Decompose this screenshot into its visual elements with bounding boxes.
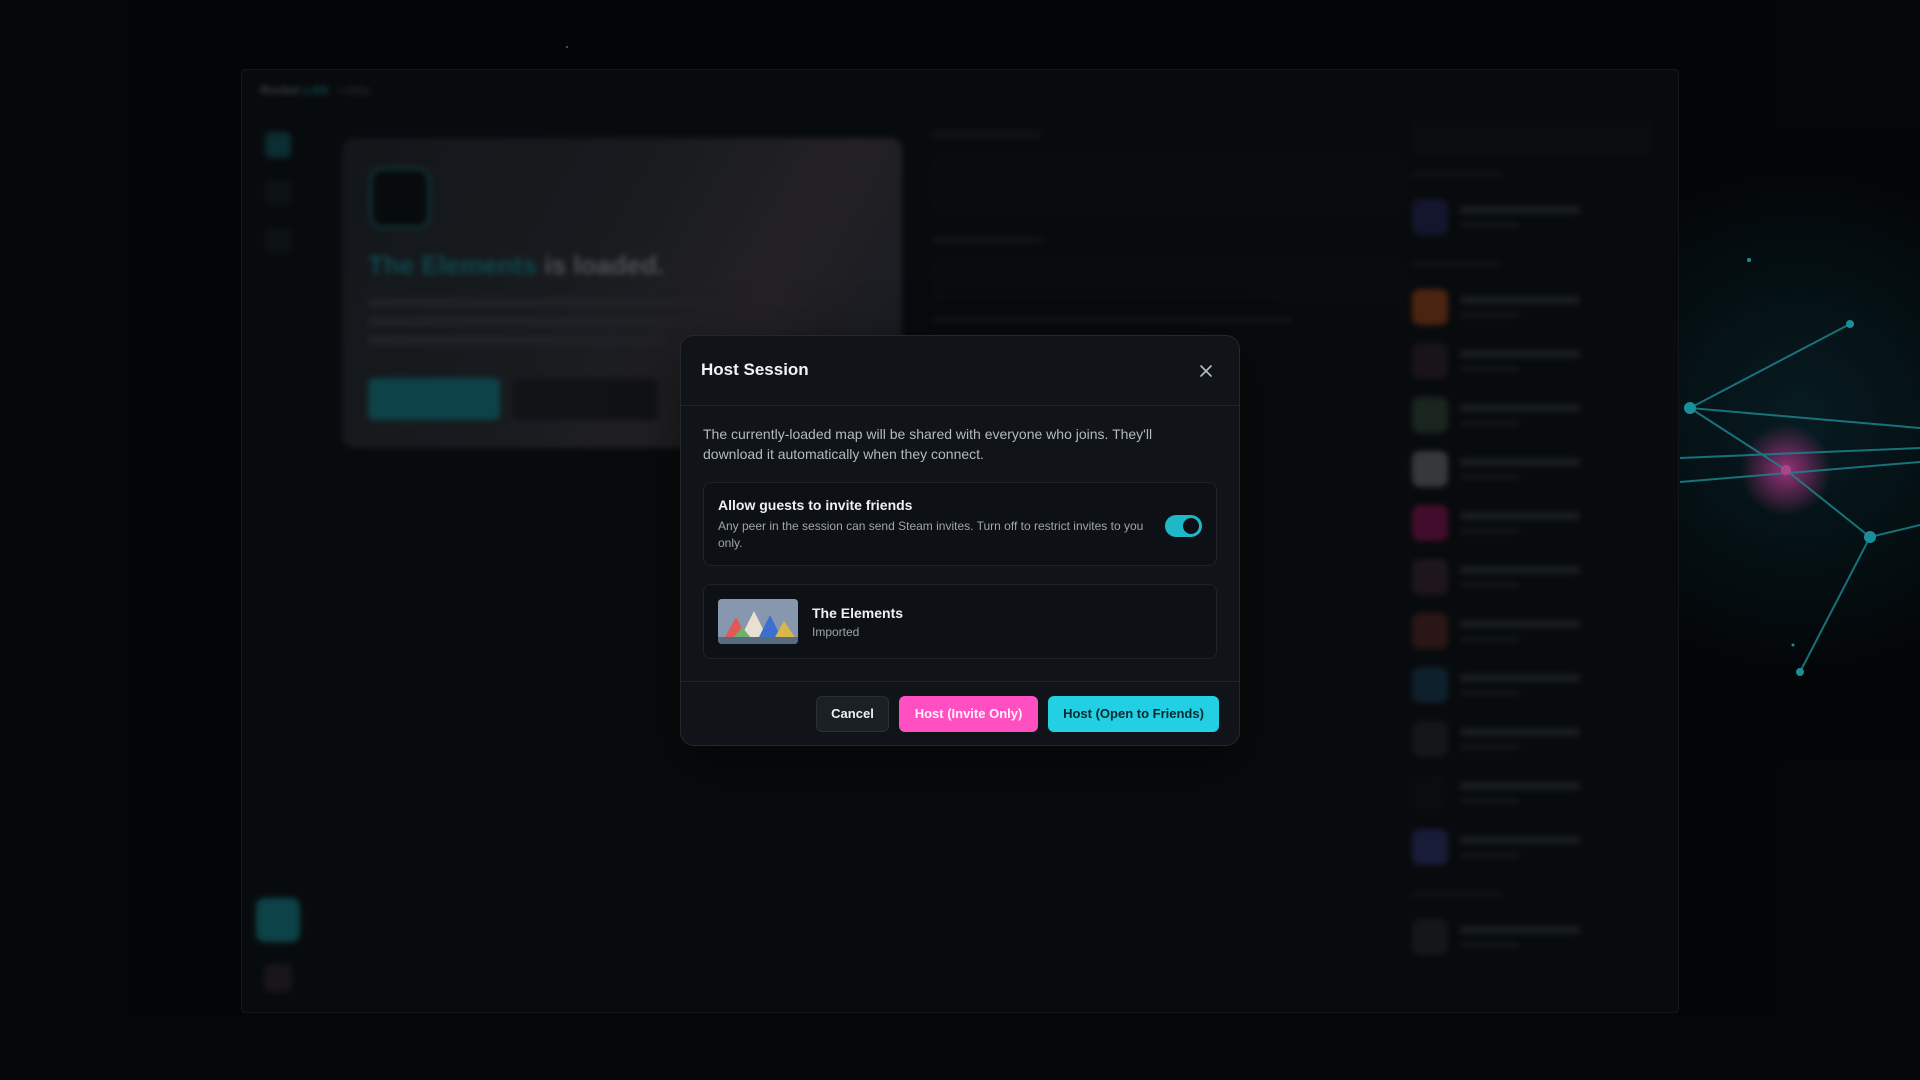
allow-invites-toggle[interactable] (1165, 515, 1202, 537)
option-description: Any peer in the session can send Steam i… (718, 519, 1144, 550)
dialog-header: Host Session (681, 336, 1239, 406)
toggle-knob (1183, 518, 1199, 534)
option-title: Allow guests to invite friends (718, 497, 913, 513)
host-open-to-friends-button[interactable]: Host (Open to Friends) (1048, 695, 1219, 732)
close-button[interactable] (1195, 360, 1217, 382)
invite-option-card: Allow guests to invite friends Any peer … (703, 482, 1217, 566)
close-icon (1200, 365, 1212, 377)
map-thumbnail (718, 599, 798, 644)
map-name: The Elements (812, 605, 904, 621)
host-invite-only-button[interactable]: Host (Invite Only) (899, 695, 1038, 732)
dialog-title: Host Session (701, 360, 809, 379)
host-session-dialog: Host Session The currently-loaded map wi… (680, 335, 1240, 746)
cancel-button[interactable]: Cancel (816, 695, 889, 732)
dialog-footer: Cancel Host (Invite Only) Host (Open to … (681, 681, 1239, 745)
map-card: The Elements Imported (703, 584, 1217, 659)
map-status: Imported (812, 625, 860, 639)
dialog-description: The currently-loaded map will be shared … (703, 426, 1153, 462)
dialog-body: The currently-loaded map will be shared … (681, 406, 1239, 659)
